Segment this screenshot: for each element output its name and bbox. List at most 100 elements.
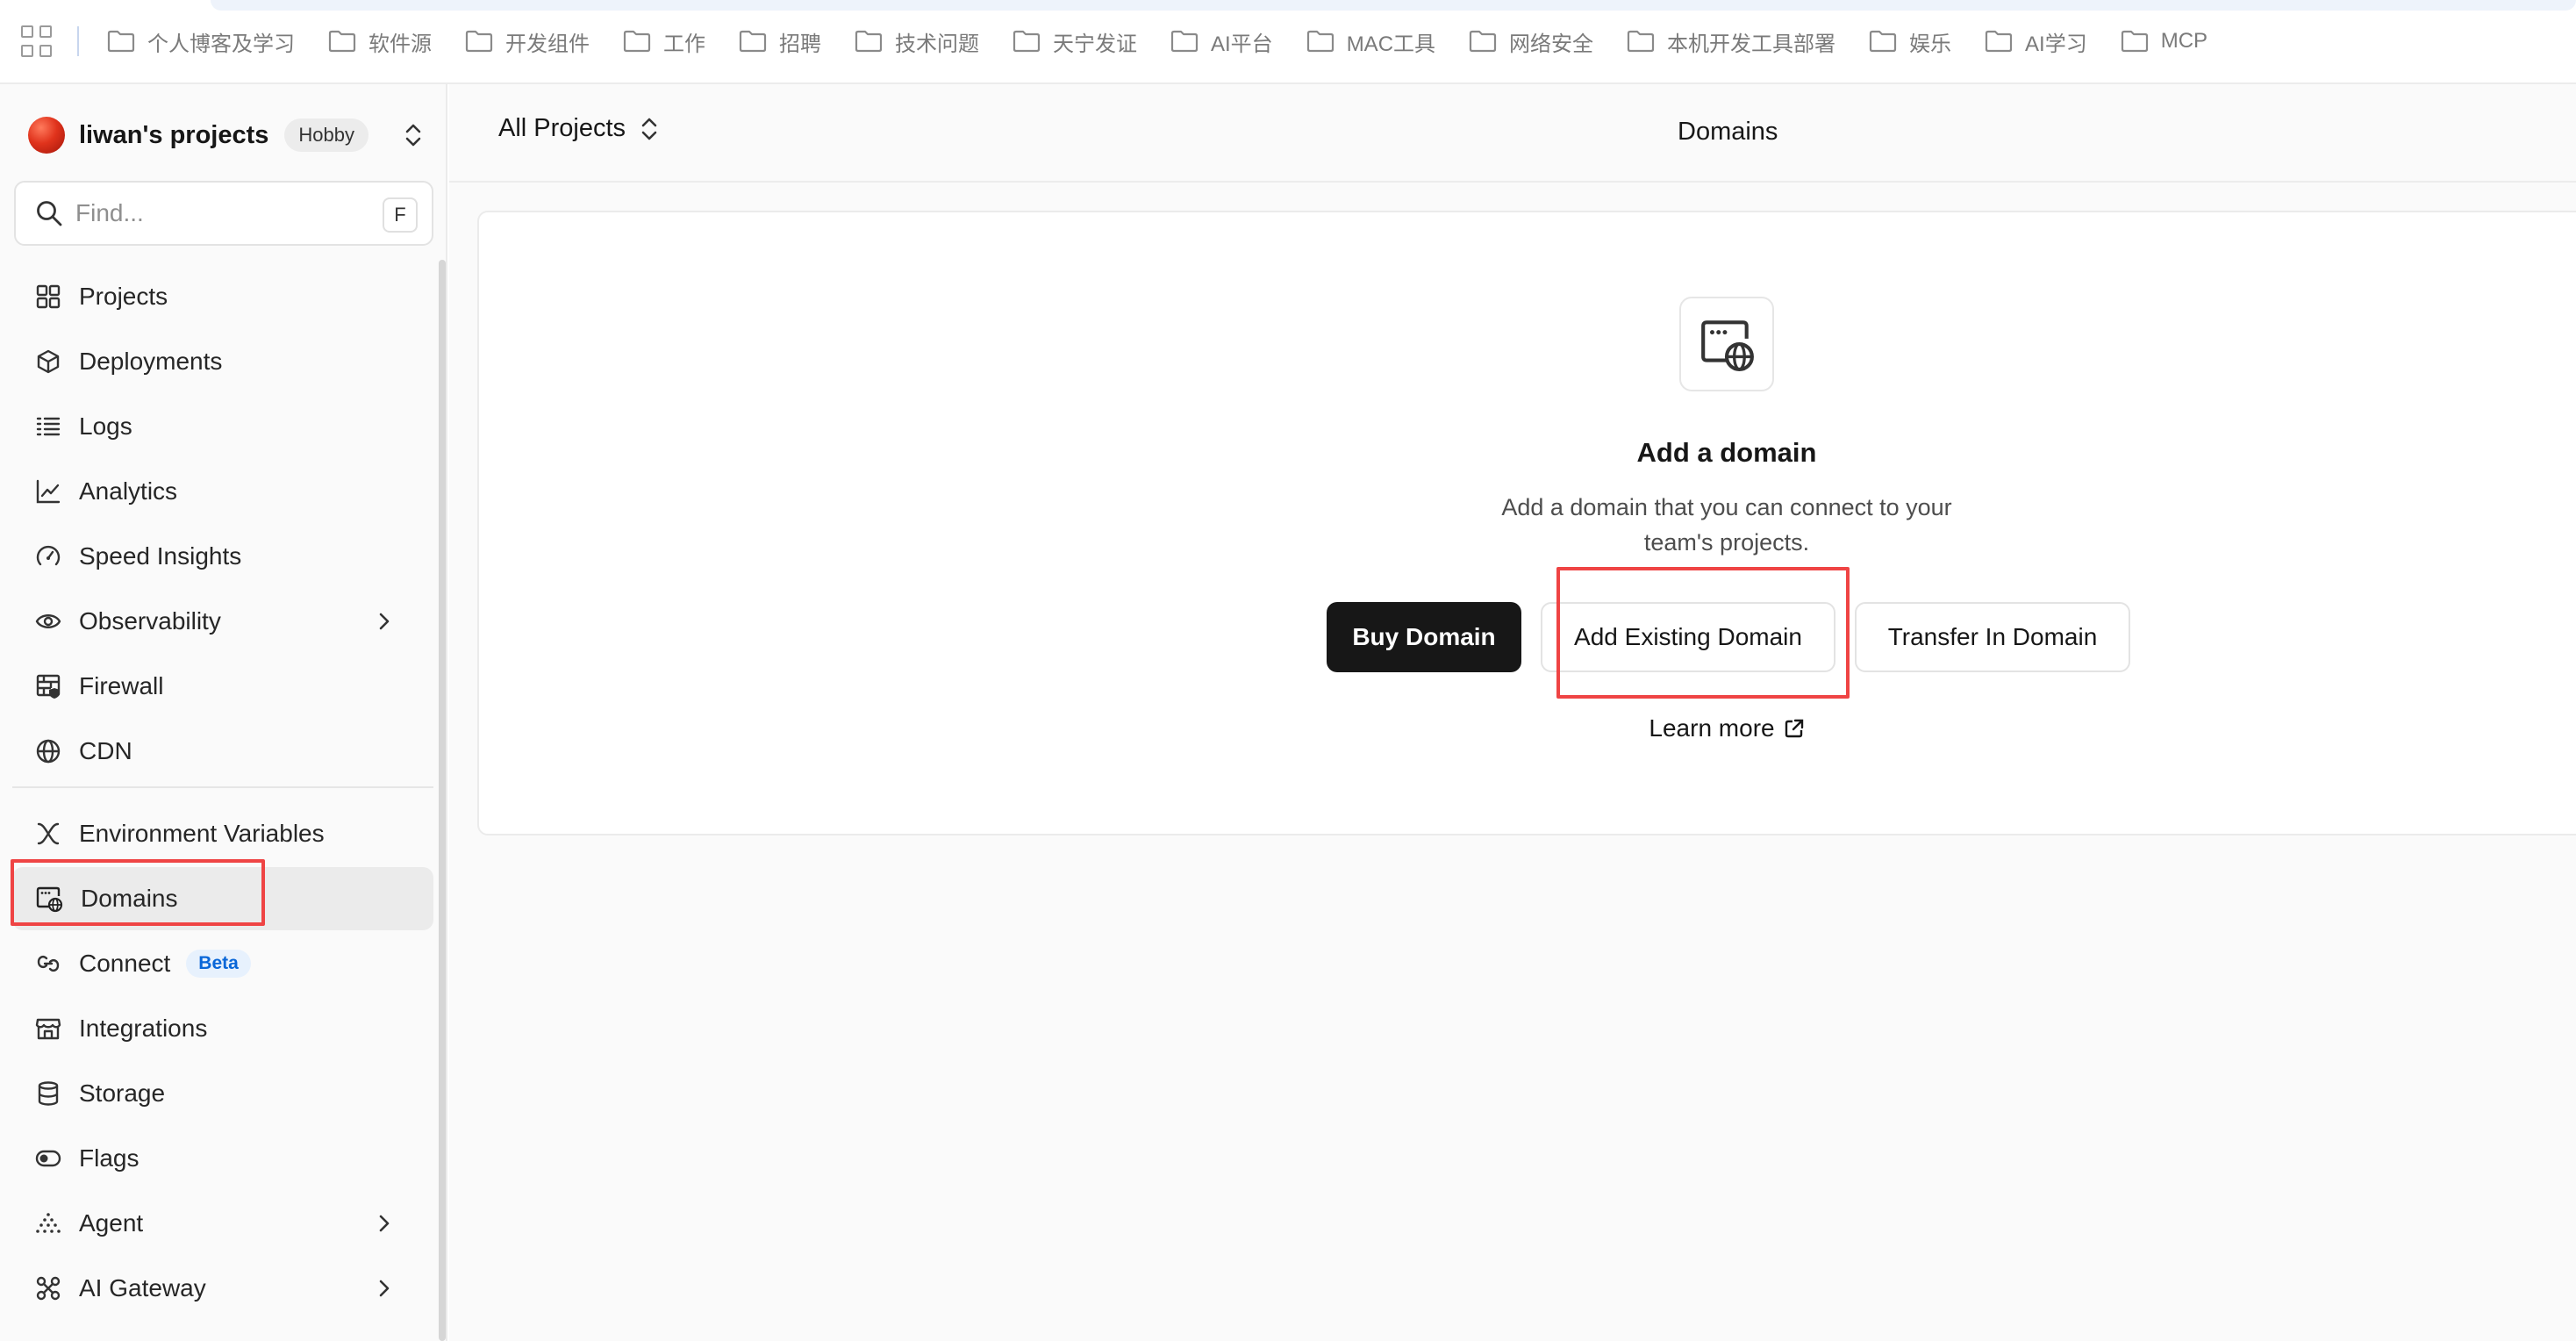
sidebar-item-speed-insights[interactable]: Speed Insights xyxy=(12,525,433,588)
search-box[interactable]: F xyxy=(14,181,433,246)
firewall-icon xyxy=(36,674,61,699)
folder-icon xyxy=(1869,30,1897,53)
bookmark-folder[interactable]: 网络安全 xyxy=(1469,26,1593,57)
sidebar-item-integrations[interactable]: Integrations xyxy=(12,997,433,1060)
bookmark-label: MCP xyxy=(2160,29,2208,53)
link-icon xyxy=(37,955,60,972)
bookmark-folder[interactable]: AI平台 xyxy=(1170,26,1273,57)
bookmark-folder[interactable]: 工作 xyxy=(623,26,705,57)
bookmark-folder[interactable]: MCP xyxy=(2121,29,2207,54)
bookmark-folder[interactable]: 招聘 xyxy=(739,26,821,57)
folder-icon xyxy=(465,30,493,53)
buy-domain-button[interactable]: Buy Domain xyxy=(1327,602,1521,672)
transfer-in-domain-button[interactable]: Transfer In Domain xyxy=(1855,602,2130,672)
sidebar-item-label: Deployments xyxy=(79,348,223,375)
sidebar-item-connect[interactable]: Connect Beta xyxy=(12,932,433,995)
sidebar-item-label: Analytics xyxy=(79,477,178,505)
plan-badge: Hobby xyxy=(284,118,369,152)
bookmark-label: 技术问题 xyxy=(895,32,979,56)
sidebar-item-domains[interactable]: Domains xyxy=(12,867,433,930)
sidebar-item-agent[interactable]: Agent xyxy=(12,1192,433,1255)
sidebar-item-cdn[interactable]: CDN xyxy=(12,720,433,783)
sidebar-item-analytics[interactable]: Analytics xyxy=(12,460,433,523)
sidebar-item-logs[interactable]: Logs xyxy=(12,395,433,458)
chart-line-icon xyxy=(36,479,61,504)
search-icon xyxy=(37,201,62,226)
empty-state-description: Add a domain that you can connect to you… xyxy=(1501,494,1952,556)
sidebar-item-label: Storage xyxy=(79,1079,166,1107)
project-selector[interactable]: All Projects xyxy=(498,114,659,143)
bookmark-folder[interactable]: 软件源 xyxy=(328,26,432,57)
bookmark-label: MAC工具 xyxy=(1346,32,1436,56)
bookmark-folder[interactable]: MAC工具 xyxy=(1306,26,1435,57)
bookmark-label: 招聘 xyxy=(779,32,821,56)
folder-icon xyxy=(1627,30,1655,53)
bookmark-label: 本机开发工具部署 xyxy=(1667,32,1836,56)
sidebar-item-label: Speed Insights xyxy=(79,542,242,570)
bookmarks-bar: 个人博客及学习 软件源 开发组件 工作 招聘 技术问题 天宁发证 AI平台 MAC工具 网络安全 本… xyxy=(0,0,2576,84)
bookmark-folder[interactable]: 天宁发证 xyxy=(1013,26,1137,57)
bookmarks-separator xyxy=(77,26,79,56)
folder-icon xyxy=(1013,30,1041,53)
sidebar-item-storage[interactable]: Storage xyxy=(12,1062,433,1125)
external-link-icon xyxy=(1785,719,1803,738)
gateway-icon xyxy=(36,1276,61,1301)
sidebar-item-label: Domains xyxy=(81,885,178,912)
bookmark-folder[interactable]: 娱乐 xyxy=(1869,26,1951,57)
team-name: liwan's projects xyxy=(79,120,269,149)
gauge-icon xyxy=(36,545,61,566)
sidebar-item-deployments[interactable]: Deployments xyxy=(12,330,433,393)
bookmark-folder[interactable]: 技术问题 xyxy=(855,26,979,57)
cube-icon xyxy=(37,349,60,374)
sidebar-item-label: Firewall xyxy=(79,672,164,699)
sidebar-item-label: Projects xyxy=(79,283,168,310)
bookmark-label: 软件源 xyxy=(369,32,432,56)
folder-icon xyxy=(1469,30,1497,53)
sidebar-item-environment-variables[interactable]: Environment Variables xyxy=(12,802,433,865)
folder-icon xyxy=(1306,30,1334,53)
sidebar-item-label: AI Gateway xyxy=(79,1274,206,1302)
eye-icon xyxy=(35,614,61,628)
sidebar: liwan's projects Hobby F Projects Deploy… xyxy=(0,84,447,1341)
chevron-right-icon xyxy=(379,1215,390,1232)
apps-grid-icon[interactable] xyxy=(21,25,53,57)
chevron-right-icon xyxy=(379,613,390,630)
sidebar-scrollbar[interactable] xyxy=(439,260,446,1341)
sidebar-divider xyxy=(12,786,433,788)
project-selector-label: All Projects xyxy=(498,114,626,142)
sidebar-item-observability[interactable]: Observability xyxy=(12,590,433,653)
add-existing-domain-button[interactable]: Add Existing Domain xyxy=(1541,602,1835,672)
bookmark-folder[interactable]: 本机开发工具部署 xyxy=(1627,26,1835,57)
bookmark-folder[interactable]: 开发组件 xyxy=(465,26,590,57)
browser-top-edge xyxy=(211,0,2576,11)
folder-icon xyxy=(107,30,135,53)
bookmark-label: 工作 xyxy=(663,32,705,56)
learn-more-label: Learn more xyxy=(1649,714,1775,742)
page-title: Domains xyxy=(1678,118,1778,146)
store-icon xyxy=(35,1018,61,1040)
chevron-right-icon xyxy=(379,1280,390,1297)
bookmark-folder[interactable]: AI学习 xyxy=(1985,26,2087,57)
team-switcher[interactable]: liwan's projects Hobby xyxy=(28,111,423,160)
sidebar-item-label: Flags xyxy=(79,1144,140,1172)
search-input[interactable] xyxy=(75,199,374,227)
sidebar-item-label: Logs xyxy=(79,412,132,440)
sidebar-item-ai-gateway[interactable]: AI Gateway xyxy=(12,1257,433,1320)
sidebar-item-flags[interactable]: Flags xyxy=(12,1127,433,1190)
sidebar-item-label: CDN xyxy=(79,737,132,764)
list-icon xyxy=(36,417,61,436)
header-bar: All Projects Domains xyxy=(449,84,2576,183)
folder-icon xyxy=(855,30,883,53)
database-icon xyxy=(38,1081,59,1106)
domain-globe-icon xyxy=(36,886,63,913)
folder-icon xyxy=(1985,30,2013,53)
team-avatar xyxy=(28,117,65,154)
chevron-up-down-icon[interactable] xyxy=(404,121,423,154)
bookmark-label: 天宁发证 xyxy=(1053,32,1137,56)
sidebar-item-firewall[interactable]: Firewall xyxy=(12,655,433,718)
bookmark-folder[interactable]: 个人博客及学习 xyxy=(107,26,295,57)
sidebar-item-label: Integrations xyxy=(79,1015,208,1042)
sidebar-item-projects[interactable]: Projects xyxy=(12,265,433,328)
beta-badge: Beta xyxy=(186,950,251,978)
learn-more-link[interactable]: Learn more xyxy=(1579,714,1874,742)
